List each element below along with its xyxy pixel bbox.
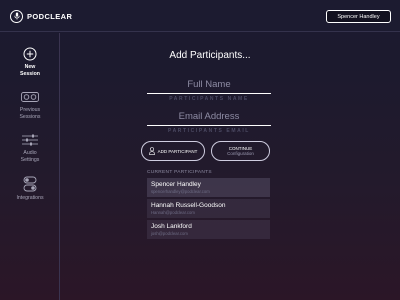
sliders-icon xyxy=(21,133,39,147)
participant-item[interactable]: Hannah Russell-Goodson Hannah@podclear.c… xyxy=(147,199,270,218)
sidebar-item-new-session[interactable]: New Session xyxy=(0,47,60,77)
continue-sublabel: Configuration xyxy=(227,151,254,156)
continue-button[interactable]: CONTINUE Configuration xyxy=(211,141,270,161)
full-name-input[interactable] xyxy=(147,76,271,94)
person-icon xyxy=(148,147,155,155)
plus-circle-icon xyxy=(21,47,39,61)
user-menu-button[interactable]: Spencer Handley xyxy=(326,10,391,23)
participant-name: Hannah Russell-Goodson xyxy=(151,202,226,209)
microphone-icon xyxy=(10,9,23,23)
toggles-icon xyxy=(21,176,39,192)
sidebar-item-audio-settings[interactable]: Audio Settings xyxy=(0,133,60,163)
full-name-label: PARTICIPANTS NAME xyxy=(169,96,249,102)
email-input[interactable] xyxy=(147,108,271,126)
participant-email: josh@podclear.com xyxy=(151,230,188,236)
sidebar-item-integrations[interactable]: Integrations xyxy=(0,176,60,202)
email-label: PARTICIPANTS EMAIL xyxy=(168,128,250,134)
brand-logo[interactable]: PODCLEAR xyxy=(10,9,72,23)
sidebar-item-label: New Session xyxy=(20,64,40,77)
tape-icon xyxy=(21,90,39,104)
sidebar-item-label: Audio Settings xyxy=(20,150,40,163)
page-title: Add Participants... xyxy=(169,50,251,61)
sidebar-item-label: Previous Sessions xyxy=(19,107,41,120)
full-name-field: PARTICIPANTS NAME xyxy=(147,74,271,102)
participant-name: Spencer Handley xyxy=(151,181,201,188)
sidebar-item-label: Integrations xyxy=(16,195,44,201)
sidebar: New Session Previous Sessions Audio Sett… xyxy=(0,33,60,300)
participant-email: spencerhandley@podclear.com xyxy=(151,188,210,194)
top-bar: PODCLEAR Spencer Handley xyxy=(0,0,400,32)
participant-item[interactable]: Josh Lankford josh@podclear.com xyxy=(147,220,270,239)
add-participant-label: ADD PARTICIPANT xyxy=(157,148,198,154)
brand-name: PODCLEAR xyxy=(27,11,73,21)
participant-item[interactable]: Spencer Handley spencerhandley@podclear.… xyxy=(147,178,270,197)
current-participants-heading: CURRENT PARTICIPANTS xyxy=(147,170,212,175)
participant-name: Josh Lankford xyxy=(151,223,192,230)
add-participant-button[interactable]: ADD PARTICIPANT xyxy=(141,141,205,161)
sidebar-item-previous-sessions[interactable]: Previous Sessions xyxy=(0,90,60,120)
participant-email: Hannah@podclear.com xyxy=(151,209,195,215)
email-field: PARTICIPANTS EMAIL xyxy=(147,106,271,134)
